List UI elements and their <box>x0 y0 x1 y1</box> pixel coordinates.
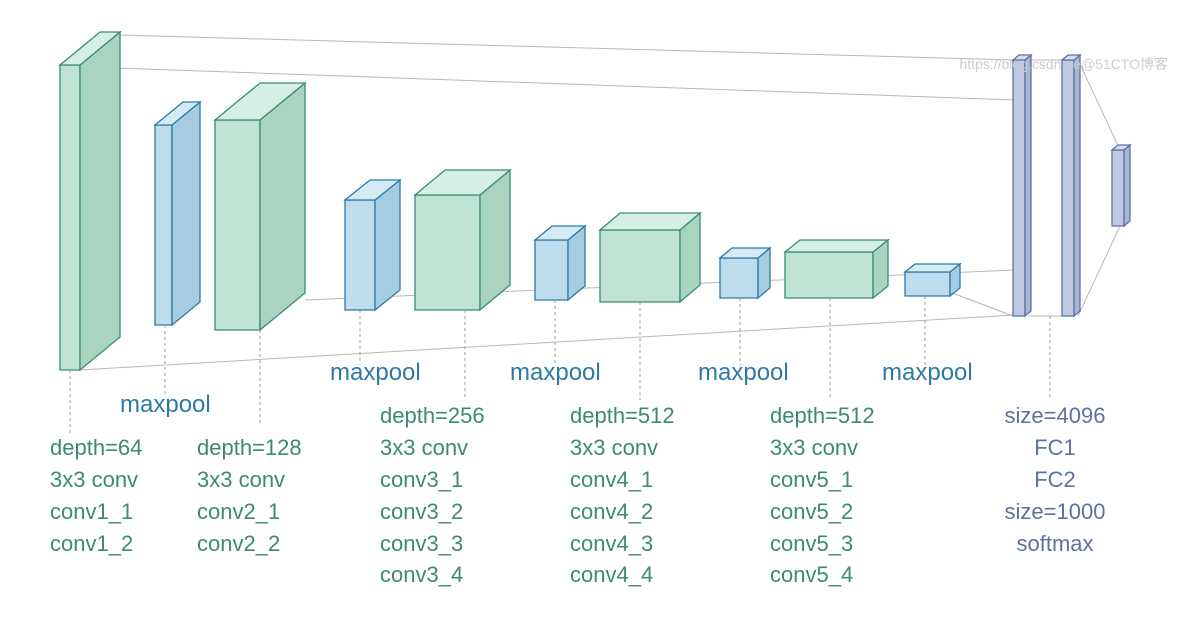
conv3-block <box>415 170 510 310</box>
conv2-text: depth=128 3x3 conv conv2_1 conv2_2 <box>197 432 302 560</box>
fc1-block <box>1013 55 1031 316</box>
conv4-l3: conv4_3 <box>570 531 653 556</box>
softmax-block <box>1112 145 1130 226</box>
conv3-l2: conv3_2 <box>380 499 463 524</box>
watermark-text: https://blog.csdn.ne@51CTO博客 <box>960 54 1169 74</box>
maxpool2-label: maxpool <box>330 356 421 391</box>
conv3-depth: depth=256 <box>380 403 485 428</box>
conv5-l1: conv5_1 <box>770 467 853 492</box>
conv1-depth: depth=64 <box>50 435 142 460</box>
conv4-depth: depth=512 <box>570 403 675 428</box>
conv1-kern: 3x3 conv <box>50 467 138 492</box>
maxpool3-label: maxpool <box>510 356 601 391</box>
conv5-depth: depth=512 <box>770 403 875 428</box>
conv5-l4: conv5_4 <box>770 562 853 587</box>
conv1-text: depth=64 3x3 conv conv1_1 conv1_2 <box>50 432 142 560</box>
conv3-kern: 3x3 conv <box>380 435 468 460</box>
conv5-kern: 3x3 conv <box>770 435 858 460</box>
fc2-label: FC2 <box>1034 467 1076 492</box>
pool3-block <box>535 226 585 300</box>
conv4-kern: 3x3 conv <box>570 435 658 460</box>
pool4-block <box>720 248 770 298</box>
conv3-l3: conv3_3 <box>380 531 463 556</box>
conv4-l1: conv4_1 <box>570 467 653 492</box>
fc2-block <box>1062 55 1080 316</box>
conv5-l2: conv5_2 <box>770 499 853 524</box>
conv1-l2: conv1_2 <box>50 531 133 556</box>
conv2-block <box>215 83 305 330</box>
conv5-block <box>785 240 888 298</box>
pool1-block <box>155 102 200 325</box>
conv3-l1: conv3_1 <box>380 467 463 492</box>
conv1-l1: conv1_1 <box>50 499 133 524</box>
conv3-l4: conv3_4 <box>380 562 463 587</box>
conv5-text: depth=512 3x3 conv conv5_1 conv5_2 conv5… <box>770 400 875 591</box>
pool2-block <box>345 180 400 310</box>
conv2-l2: conv2_2 <box>197 531 280 556</box>
conv4-l2: conv4_2 <box>570 499 653 524</box>
fc-size1: size=4096 <box>1005 403 1106 428</box>
conv5-l3: conv5_3 <box>770 531 853 556</box>
conv4-block <box>600 213 700 302</box>
maxpool4-label: maxpool <box>698 356 789 391</box>
fc-size2: size=1000 <box>1005 499 1106 524</box>
conv1-block <box>60 32 120 370</box>
fc1-label: FC1 <box>1034 435 1076 460</box>
conv2-kern: 3x3 conv <box>197 467 285 492</box>
fc-text: size=4096 FC1 FC2 size=1000 softmax <box>990 400 1120 559</box>
conv2-depth: depth=128 <box>197 435 302 460</box>
conv4-l4: conv4_4 <box>570 562 653 587</box>
pool5-block <box>905 264 960 296</box>
softmax-label: softmax <box>1016 531 1093 556</box>
conv4-text: depth=512 3x3 conv conv4_1 conv4_2 conv4… <box>570 400 675 591</box>
maxpool1-label: maxpool <box>120 388 211 423</box>
conv3-text: depth=256 3x3 conv conv3_1 conv3_2 conv3… <box>380 400 485 591</box>
maxpool5-label: maxpool <box>882 356 973 391</box>
conv2-l1: conv2_1 <box>197 499 280 524</box>
